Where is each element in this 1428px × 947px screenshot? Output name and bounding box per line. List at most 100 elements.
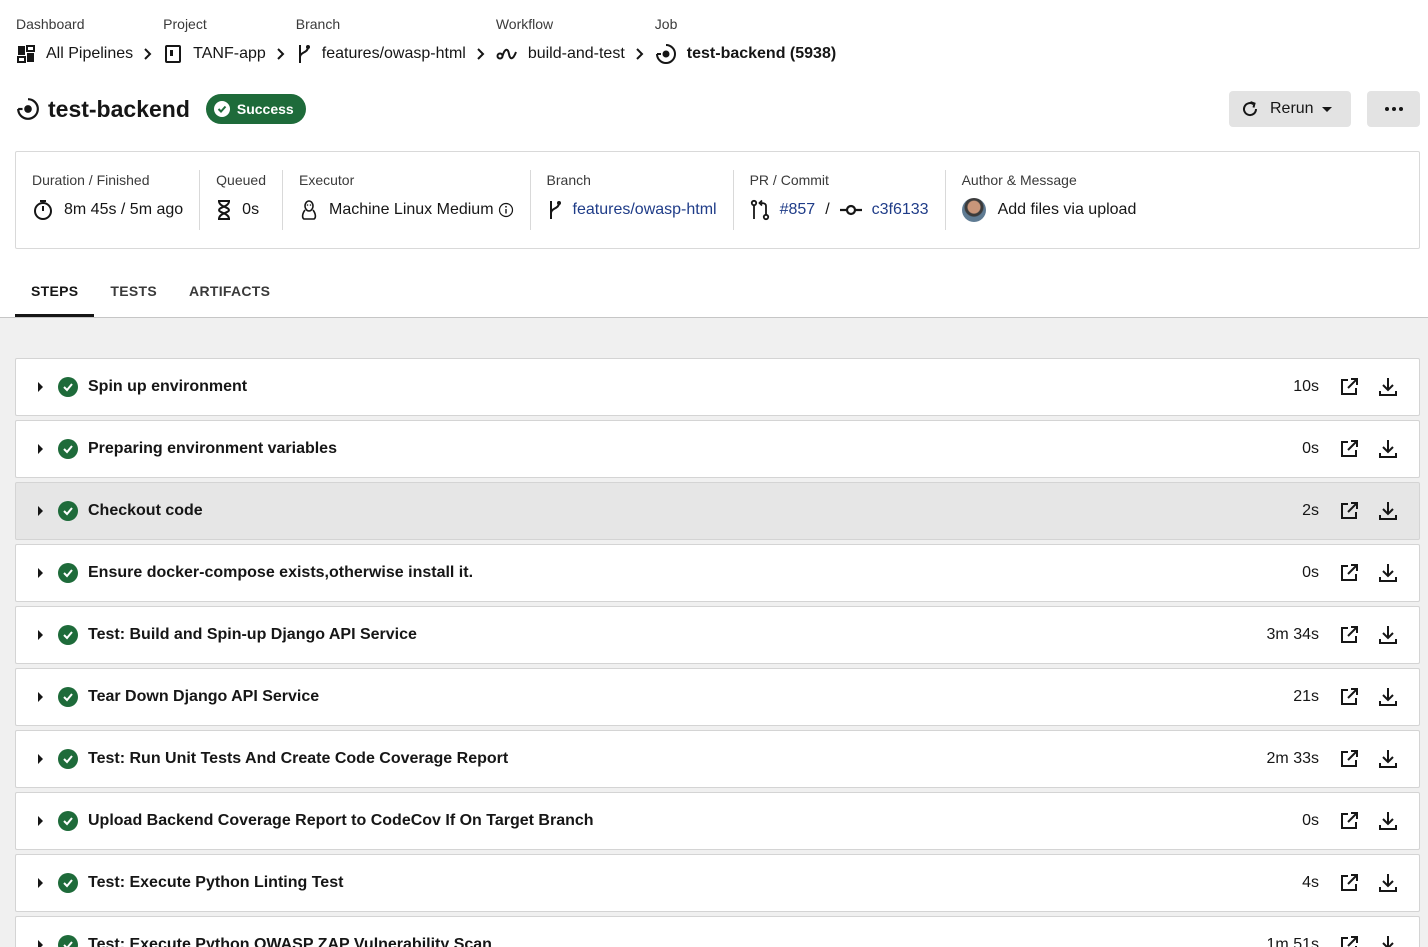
open-external-icon[interactable] [1339, 625, 1359, 645]
breadcrumb: Dashboard All Pipelines Project TANF-app… [16, 14, 836, 74]
crumb-value[interactable]: All Pipelines [46, 45, 133, 63]
step-duration: 0s [1302, 812, 1319, 829]
open-external-icon[interactable] [1339, 501, 1359, 521]
job-icon [17, 98, 39, 120]
crumb-value[interactable]: features/owasp-html [322, 45, 466, 63]
commit-link[interactable]: c3f6133 [872, 201, 929, 219]
step-duration: 0s [1302, 440, 1319, 457]
caret-down-icon [1321, 106, 1332, 112]
step-duration: 21s [1293, 688, 1319, 705]
queued-value: 0s [242, 201, 260, 218]
info-icon[interactable] [498, 202, 514, 218]
job-header: test-backend Success Rerun [16, 91, 1420, 127]
crumb-workflow[interactable]: Workflow build-and-test [496, 14, 625, 74]
step-duration: 3m 34s [1266, 626, 1319, 643]
step-row[interactable]: Ensure docker-compose exists,otherwise i… [15, 544, 1420, 602]
expand-caret-icon[interactable] [38, 878, 43, 888]
step-row[interactable]: Upload Backend Coverage Report to CodeCo… [15, 792, 1420, 850]
crumb-job[interactable]: Job test-backend (5938) [655, 14, 836, 74]
open-external-icon[interactable] [1339, 749, 1359, 769]
ellipsis-icon [1384, 107, 1403, 111]
step-name: Test: Build and Spin-up Django API Servi… [88, 626, 417, 643]
executor-info: Executor Machine Linux Medium [283, 170, 531, 230]
pr-link[interactable]: #857 [780, 201, 816, 219]
step-duration: 1m 51s [1266, 936, 1319, 947]
crumb-value[interactable]: TANF-app [193, 45, 266, 63]
expand-caret-icon[interactable] [38, 506, 43, 516]
open-external-icon[interactable] [1339, 563, 1359, 583]
queued-info: Queued 0s [200, 170, 283, 230]
dashboard-icon [17, 45, 35, 63]
open-external-icon[interactable] [1339, 687, 1359, 707]
tab-artifacts[interactable]: ARTIFACTS [173, 270, 286, 317]
tab-steps[interactable]: STEPS [15, 270, 95, 317]
open-external-icon[interactable] [1339, 439, 1359, 459]
step-row[interactable]: Checkout code 2s [15, 482, 1420, 540]
check-circle-icon [58, 501, 78, 521]
download-icon[interactable] [1377, 500, 1399, 522]
crumb-label: Dashboard [16, 16, 85, 32]
step-name: Test: Run Unit Tests And Create Code Cov… [88, 750, 509, 767]
info-label: Executor [299, 172, 355, 188]
timer-icon [34, 200, 52, 220]
step-duration: 4s [1302, 874, 1319, 891]
step-name: Upload Backend Coverage Report to CodeCo… [88, 812, 594, 829]
crumb-label: Job [654, 16, 678, 32]
step-row[interactable]: Preparing environment variables 0s [15, 420, 1420, 478]
status-badge: Success [205, 94, 306, 124]
download-icon[interactable] [1377, 438, 1399, 460]
expand-caret-icon[interactable] [38, 692, 43, 702]
open-external-icon[interactable] [1339, 873, 1359, 893]
open-external-icon[interactable] [1339, 811, 1359, 831]
branch-link[interactable]: features/owasp-html [573, 201, 717, 219]
step-row[interactable]: Test: Execute Python OWASP ZAP Vulnerabi… [15, 916, 1420, 947]
expand-caret-icon[interactable] [38, 940, 43, 947]
download-icon[interactable] [1377, 872, 1399, 894]
chevron-right-icon [625, 34, 655, 74]
crumb-project[interactable]: Project TANF-app [163, 14, 266, 74]
rerun-button[interactable]: Rerun [1229, 91, 1351, 127]
expand-caret-icon[interactable] [38, 444, 43, 454]
more-options-button[interactable] [1367, 91, 1420, 127]
step-row[interactable]: Test: Execute Python Linting Test 4s [15, 854, 1420, 912]
workflow-icon [496, 48, 517, 60]
crumb-branch[interactable]: Branch features/owasp-html [296, 14, 466, 74]
expand-caret-icon[interactable] [38, 382, 43, 392]
job-icon [655, 44, 676, 64]
step-duration: 0s [1302, 564, 1319, 581]
project-icon [165, 45, 182, 63]
commit-icon [839, 204, 862, 216]
step-name: Spin up environment [88, 378, 248, 395]
open-external-icon[interactable] [1339, 935, 1359, 947]
download-icon[interactable] [1377, 810, 1399, 832]
expand-caret-icon[interactable] [38, 816, 43, 826]
check-circle-icon [213, 101, 230, 117]
step-row[interactable]: Tear Down Django API Service 21s [15, 668, 1420, 726]
crumb-dashboard[interactable]: Dashboard All Pipelines [16, 14, 133, 74]
branch-icon [298, 45, 310, 63]
step-duration: 10s [1293, 378, 1319, 395]
step-row[interactable]: Test: Build and Spin-up Django API Servi… [15, 606, 1420, 664]
author-info: Author & Message Add files via upload [946, 170, 1153, 230]
step-name: Tear Down Django API Service [88, 688, 320, 705]
info-label: Queued [216, 172, 266, 188]
open-external-icon[interactable] [1339, 377, 1359, 397]
step-name: Test: Execute Python Linting Test [88, 874, 344, 891]
check-circle-icon [58, 377, 78, 397]
tab-tests[interactable]: TESTS [94, 270, 173, 317]
download-icon[interactable] [1377, 934, 1399, 947]
download-icon[interactable] [1377, 562, 1399, 584]
step-row[interactable]: Spin up environment 10s [15, 358, 1420, 416]
commit-message: Add files via upload [997, 201, 1137, 218]
step-duration: 2m 33s [1266, 750, 1319, 767]
expand-caret-icon[interactable] [38, 568, 43, 578]
expand-caret-icon[interactable] [38, 630, 43, 640]
download-icon[interactable] [1377, 686, 1399, 708]
step-row[interactable]: Test: Run Unit Tests And Create Code Cov… [15, 730, 1420, 788]
expand-caret-icon[interactable] [38, 754, 43, 764]
crumb-value: test-backend (5938) [686, 45, 837, 62]
download-icon[interactable] [1377, 624, 1399, 646]
download-icon[interactable] [1377, 376, 1399, 398]
download-icon[interactable] [1377, 748, 1399, 770]
crumb-value[interactable]: build-and-test [528, 45, 625, 63]
